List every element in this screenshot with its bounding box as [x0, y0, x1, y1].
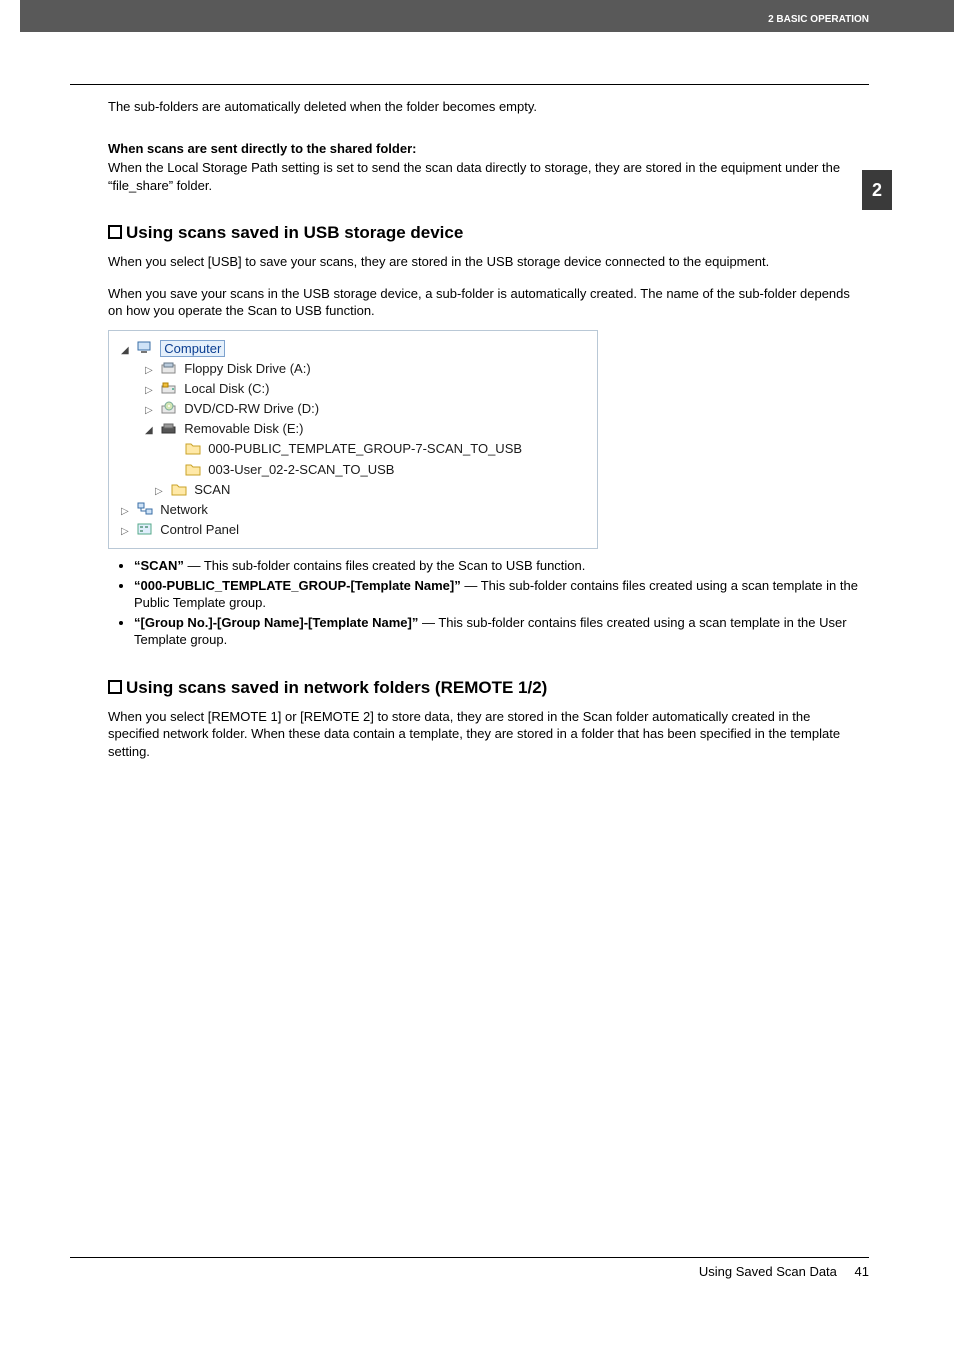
- tree-folder-scan: ▷ SCAN: [121, 480, 585, 500]
- page-content: The sub-folders are automatically delete…: [108, 84, 859, 770]
- tree-folder-1-label: 000-PUBLIC_TEMPLATE_GROUP-7-SCAN_TO_USB: [208, 441, 522, 456]
- chapter-side-tab: 2: [862, 170, 892, 210]
- dvd-drive-icon: [161, 401, 177, 415]
- list-item: “000-PUBLIC_TEMPLATE_GROUP-[Template Nam…: [134, 577, 859, 612]
- tree-computer: ◢ Computer: [121, 339, 585, 359]
- tree-network-label: Network: [160, 502, 208, 517]
- footer-title: Using Saved Scan Data: [699, 1264, 837, 1279]
- tree-dvd-label: DVD/CD-RW Drive (D:): [184, 401, 319, 416]
- network-para: When you select [REMOTE 1] or [REMOTE 2]…: [108, 708, 859, 761]
- shared-folder-heading: When scans are sent directly to the shar…: [108, 140, 859, 158]
- bullet-2-bold: “000-PUBLIC_TEMPLATE_GROUP-[Template Nam…: [134, 578, 461, 593]
- floppy-drive-icon: [161, 361, 177, 375]
- tree-local-disk: ▷ Local Disk (C:): [121, 379, 585, 399]
- usb-section-heading: Using scans saved in USB storage device: [108, 222, 859, 245]
- folder-icon: [185, 462, 201, 476]
- chevron-right-icon: ▷: [145, 403, 155, 419]
- removable-disk-icon: [161, 421, 177, 435]
- usb-heading-text: Using scans saved in USB storage device: [126, 223, 463, 242]
- chevron-down-icon: ◢: [121, 343, 131, 359]
- shared-folder-para: When the Local Storage Path setting is s…: [108, 159, 859, 194]
- bullet-square-icon: [108, 225, 122, 239]
- tree-control-label: Control Panel: [160, 522, 239, 537]
- explorer-tree-screenshot: ◢ Computer ▷ Floppy Disk Drive (A:) ▷ Lo…: [108, 330, 598, 549]
- tree-folder-2: 003-User_02-2-SCAN_TO_USB: [121, 460, 585, 480]
- tree-folder-scan-label: SCAN: [194, 482, 230, 497]
- network-section-heading: Using scans saved in network folders (RE…: [108, 677, 859, 700]
- usb-para-2: When you save your scans in the USB stor…: [108, 285, 859, 320]
- local-disk-icon: [161, 381, 177, 395]
- chevron-right-icon: ▷: [121, 524, 131, 540]
- intro-para: The sub-folders are automatically delete…: [108, 98, 859, 116]
- network-icon: [137, 502, 153, 516]
- bullet-1-rest: — This sub-folder contains files created…: [184, 558, 586, 573]
- usb-bullet-list: “SCAN” — This sub-folder contains files …: [108, 557, 859, 649]
- chevron-right-icon: ▷: [121, 504, 131, 520]
- tree-folder-1: 000-PUBLIC_TEMPLATE_GROUP-7-SCAN_TO_USB: [121, 439, 585, 459]
- tree-folder-2-label: 003-User_02-2-SCAN_TO_USB: [208, 462, 394, 477]
- usb-para-1: When you select [USB] to save your scans…: [108, 253, 859, 271]
- computer-icon: [137, 341, 153, 355]
- chevron-right-icon: ▷: [155, 484, 165, 500]
- tree-floppy: ▷ Floppy Disk Drive (A:): [121, 359, 585, 379]
- tree-removable: ◢ Removable Disk (E:): [121, 419, 585, 439]
- control-panel-icon: [137, 522, 153, 536]
- tree-spacer: [169, 443, 179, 459]
- tree-computer-label: Computer: [160, 340, 225, 357]
- chevron-right-icon: ▷: [145, 363, 155, 379]
- footer-page-number: 41: [855, 1264, 869, 1279]
- tree-dvd: ▷ DVD/CD-RW Drive (D:): [121, 399, 585, 419]
- folder-icon: [171, 482, 187, 496]
- bullet-1-bold: “SCAN”: [134, 558, 184, 573]
- bullet-square-icon: [108, 680, 122, 694]
- chevron-right-icon: ▷: [145, 383, 155, 399]
- list-item: “SCAN” — This sub-folder contains files …: [134, 557, 859, 575]
- tree-control-panel: ▷ Control Panel: [121, 520, 585, 540]
- list-item: “[Group No.]-[Group Name]-[Template Name…: [134, 614, 859, 649]
- chapter-label: 2 BASIC OPERATION: [768, 14, 869, 25]
- tree-local-label: Local Disk (C:): [184, 381, 269, 396]
- bullet-3-bold: “[Group No.]-[Group Name]-[Template Name…: [134, 615, 418, 630]
- tree-spacer: [169, 464, 179, 480]
- tree-network: ▷ Network: [121, 500, 585, 520]
- page-footer: Using Saved Scan Data 41: [70, 1257, 869, 1279]
- tree-floppy-label: Floppy Disk Drive (A:): [184, 361, 310, 376]
- chevron-down-icon: ◢: [145, 423, 155, 439]
- network-heading-text: Using scans saved in network folders (RE…: [126, 678, 547, 697]
- tree-removable-label: Removable Disk (E:): [184, 421, 303, 436]
- folder-icon: [185, 441, 201, 455]
